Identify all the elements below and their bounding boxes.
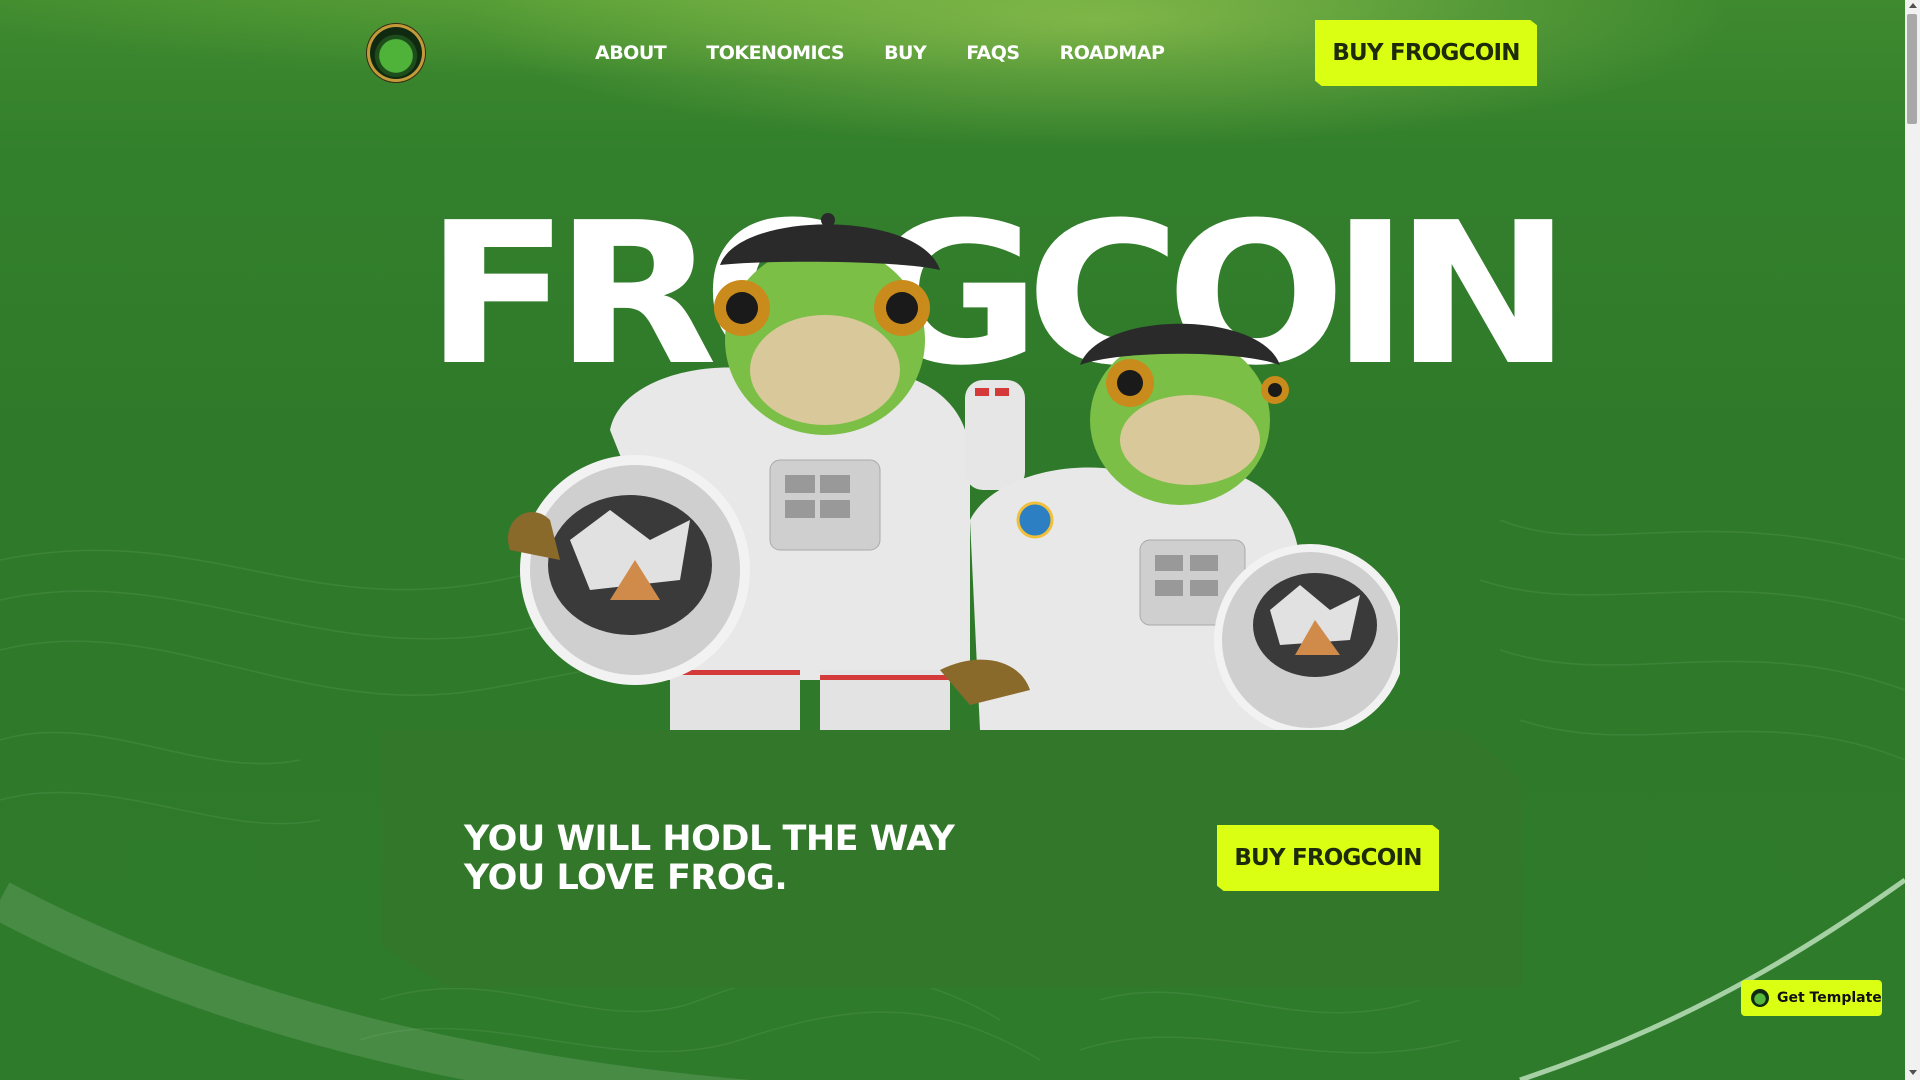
- main-nav: ABOUT TOKENOMICS BUY FAQS ROADMAP: [595, 38, 1204, 68]
- nav-item-buy[interactable]: BUY: [884, 38, 927, 68]
- tagline-line-1: YOU WILL HODL THE WAY: [464, 819, 955, 859]
- nav-item-tokenomics[interactable]: TOKENOMICS: [706, 38, 844, 68]
- scroll-down-arrow-icon[interactable]: [1909, 1070, 1917, 1075]
- scrollbar-thumb[interactable]: [1907, 14, 1917, 124]
- astronaut-frogs-illustration: [508, 213, 1400, 730]
- frogcoin-mini-icon: [1751, 989, 1769, 1007]
- frogcoin-logo-icon[interactable]: [367, 24, 425, 82]
- frog-left: [508, 213, 970, 730]
- get-template-label: Get Template: [1777, 990, 1882, 1006]
- header-buy-frogcoin-button[interactable]: BUY FROGCOIN: [1315, 20, 1537, 86]
- scroll-up-arrow-icon[interactable]: [1909, 3, 1917, 8]
- frog-right: [940, 323, 1400, 730]
- vertical-scrollbar[interactable]: [1905, 0, 1920, 1080]
- nav-item-faqs[interactable]: FAQS: [966, 38, 1020, 68]
- get-template-button[interactable]: Get Template: [1741, 980, 1882, 1016]
- nav-item-roadmap[interactable]: ROADMAP: [1060, 38, 1165, 68]
- nav-item-about[interactable]: ABOUT: [595, 38, 667, 68]
- decorative-arcs: [0, 877, 1905, 1080]
- landing-page: ABOUT TOKENOMICS BUY FAQS ROADMAP BUY FR…: [0, 0, 1905, 1080]
